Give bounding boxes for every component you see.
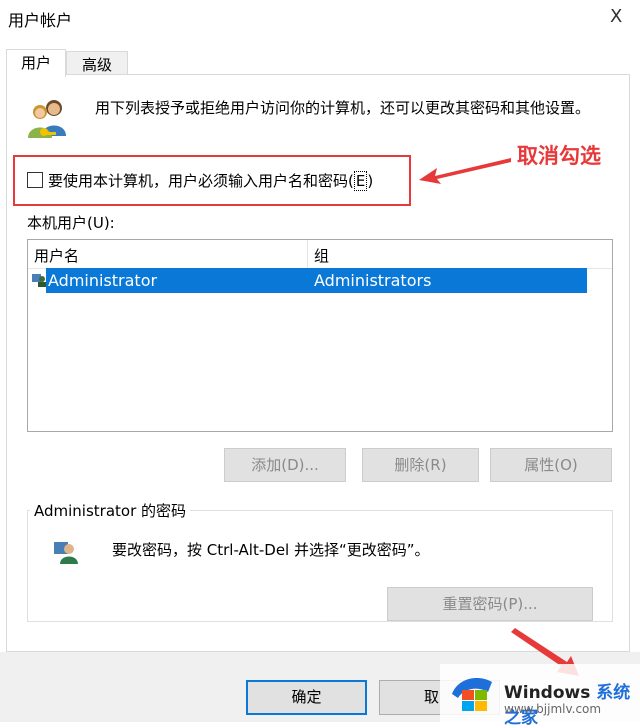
window-title: 用户帐户 — [8, 11, 73, 30]
require-password-label[interactable]: 要使用本计算机，用户必须输入用户名和密码(E) — [48, 170, 373, 191]
intro-text: 用下列表授予或拒绝用户访问你的计算机，还可以更改其密码和其他设置。 — [95, 99, 591, 117]
list-header: 用户名 组 — [28, 240, 612, 269]
windows-logo-icon — [452, 678, 492, 711]
tab-advanced[interactable]: 高级 — [66, 51, 128, 75]
remove-button[interactable]: 删除(R) — [362, 448, 479, 482]
password-user-icon — [54, 542, 78, 564]
title-bar: 用户帐户 X — [0, 0, 640, 40]
watermark: Windows 系统之家 www.bjjmlv.com — [440, 664, 640, 728]
local-users-label: 本机用户(U): — [27, 214, 115, 232]
cell-username: Administrator — [48, 271, 158, 290]
password-group-title: Administrator 的密码 — [30, 500, 191, 521]
require-password-checkbox[interactable] — [27, 172, 43, 188]
annotation-arrow-icon — [419, 158, 511, 184]
ok-button[interactable]: 确定 — [246, 680, 367, 715]
tab-users[interactable]: 用户 — [6, 49, 66, 77]
password-instructions: 要改密码，按 Ctrl-Alt-Del 并选择“更改密码”。 — [112, 541, 430, 559]
user-row-icon — [32, 274, 46, 287]
watermark-url: www.bjjmlv.com — [504, 702, 602, 716]
add-button[interactable]: 添加(D)... — [224, 448, 346, 482]
cell-group: Administrators — [314, 271, 432, 290]
column-header-username[interactable]: 用户名 — [34, 245, 79, 266]
annotation-text: 取消勾选 — [517, 144, 601, 168]
column-separator[interactable] — [307, 240, 308, 268]
close-icon[interactable]: X — [610, 6, 622, 27]
properties-button[interactable]: 属性(O) — [490, 448, 612, 482]
reset-password-button[interactable]: 重置密码(P)... — [387, 587, 593, 621]
table-row[interactable]: Administrator Administrators — [46, 268, 587, 293]
column-header-group[interactable]: 组 — [314, 245, 329, 266]
users-listview[interactable]: 用户名 组 Administrator Administrators — [27, 239, 613, 432]
users-icon — [28, 100, 66, 138]
